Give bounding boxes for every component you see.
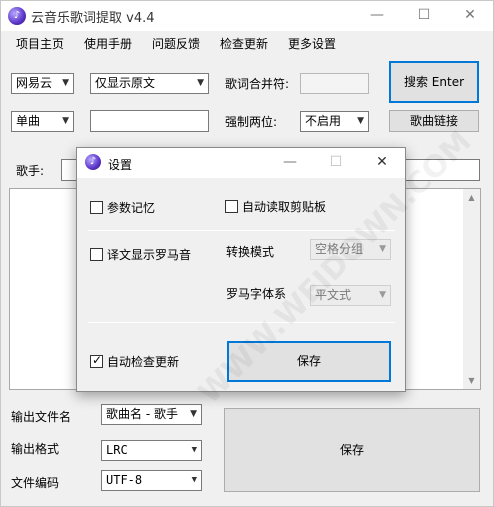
translation-romaji-label: 译文显示罗马音 <box>107 248 192 262</box>
maximize-button[interactable]: ☐ <box>409 2 439 28</box>
auto-update-checkbox[interactable]: ✓ <box>90 353 103 368</box>
scroll-down-icon[interactable]: ▼ <box>463 372 480 389</box>
main-save-button[interactable]: 保存 <box>224 408 480 492</box>
force-two-digit-label: 强制两位: <box>225 115 278 129</box>
chevron-down-icon: ▼ <box>191 445 197 455</box>
menu-feedback[interactable]: 问题反馈 <box>152 36 200 52</box>
dialog-close-button[interactable]: ✕ <box>367 149 397 175</box>
encoding-label: 文件编码 <box>11 476 60 490</box>
search-input[interactable] <box>90 110 209 132</box>
dialog-maximize-button[interactable]: ☐ <box>321 149 351 175</box>
chevron-down-icon: ▼ <box>379 290 386 300</box>
dialog-minimize-button[interactable]: — <box>275 149 305 175</box>
divider <box>88 322 395 323</box>
param-memory-checkbox[interactable] <box>90 201 103 214</box>
menu-project-home[interactable]: 项目主页 <box>16 36 64 52</box>
param-memory-label: 参数记忆 <box>107 201 156 215</box>
output-format-label: 输出格式 <box>11 442 60 456</box>
singer-label: 歌手: <box>16 164 45 178</box>
window-title: 云音乐歌词提取 v4.4 <box>31 11 155 26</box>
source-select[interactable]: 网易云 ▼ <box>11 73 74 94</box>
merge-input[interactable] <box>300 73 369 94</box>
menu-user-manual[interactable]: 使用手册 <box>84 36 132 52</box>
auto-update-label: 自动检查更新 <box>107 355 180 369</box>
auto-clipboard-checkbox[interactable] <box>225 200 238 213</box>
menu-check-update[interactable]: 检查更新 <box>220 36 268 52</box>
song-link-button[interactable]: 歌曲链接 <box>389 110 479 132</box>
merge-label: 歌词合并符: <box>225 77 290 91</box>
search-button[interactable]: 搜索 Enter <box>389 61 479 103</box>
chevron-down-icon: ▼ <box>62 116 69 126</box>
lyrics-scrollbar[interactable] <box>463 189 480 389</box>
output-filename-select[interactable]: 歌曲名 - 歌手 ▼ <box>101 404 202 425</box>
menu-more-settings[interactable]: 更多设置 <box>288 36 336 52</box>
chevron-down-icon: ▼ <box>357 116 364 126</box>
dialog-title: 设置 <box>108 158 133 172</box>
display-mode-select[interactable]: 仅显示原文 ▼ <box>90 73 209 94</box>
force-two-digit-select[interactable]: 不启用 ▼ <box>300 111 369 132</box>
chevron-down-icon: ▼ <box>62 78 69 88</box>
dialog-logo-icon: ♪ <box>85 154 101 170</box>
encoding-select[interactable]: UTF-8 ▼ <box>101 470 202 491</box>
translation-romaji-checkbox[interactable] <box>90 248 103 261</box>
scroll-up-icon[interactable]: ▲ <box>463 189 480 206</box>
chevron-down-icon: ▼ <box>197 78 204 88</box>
close-button[interactable]: ✕ <box>455 2 485 28</box>
app-logo-icon: ♪ <box>8 7 26 25</box>
chevron-down-icon: ▼ <box>191 475 197 485</box>
checkmark-icon: ✓ <box>92 353 103 367</box>
auto-clipboard-label: 自动读取剪贴板 <box>242 200 327 214</box>
chevron-down-icon: ▼ <box>190 409 197 419</box>
output-filename-label: 输出文件名 <box>11 410 72 424</box>
output-format-select[interactable]: LRC ▼ <box>101 440 202 461</box>
convert-mode-label: 转换模式 <box>226 245 275 259</box>
search-type-select[interactable]: 单曲 ▼ <box>11 111 74 132</box>
minimize-button[interactable]: — <box>362 2 392 28</box>
